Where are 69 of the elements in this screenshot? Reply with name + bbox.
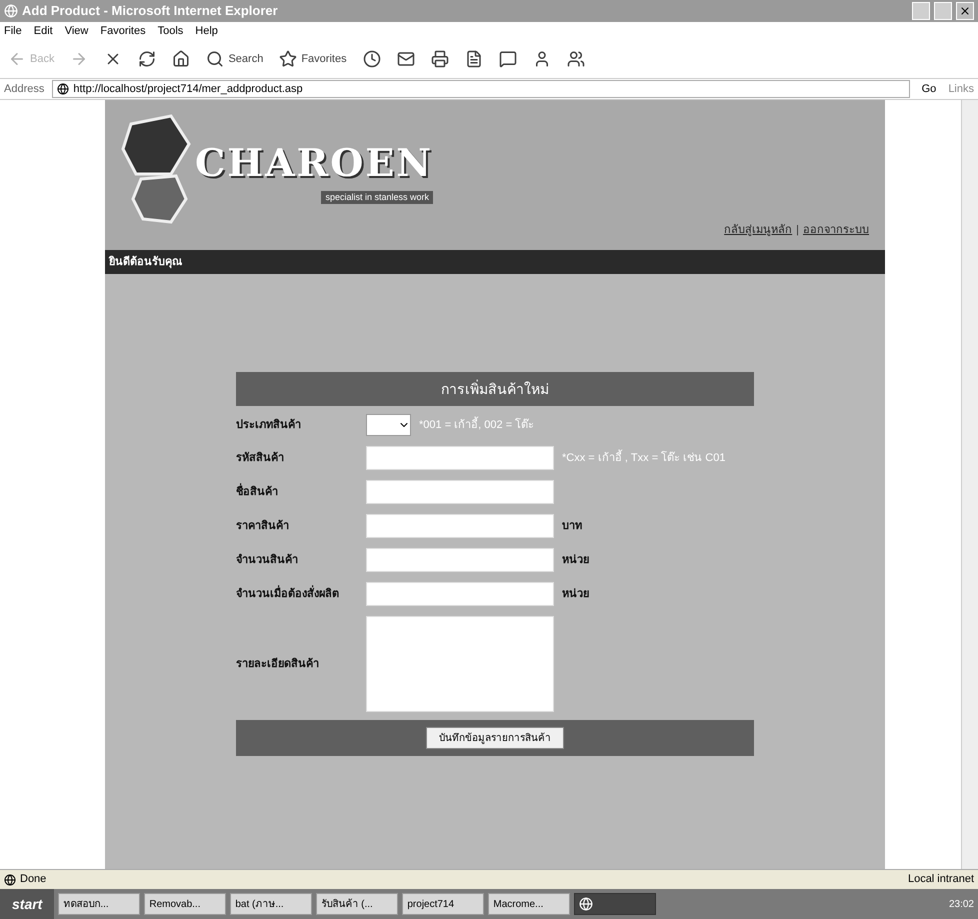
browser-icon (4, 4, 18, 18)
window-title: Add Product - Microsoft Internet Explorer (22, 2, 279, 20)
logo-tagline: specialist in stanless work (321, 190, 434, 204)
hint-text: *001 = เก้าอี้, 002 = โต๊ะ (419, 416, 534, 433)
field-label: จำนวนเมื่อต้องสั่งผลิต (236, 586, 366, 602)
text-field[interactable] (366, 514, 554, 538)
text-field[interactable] (366, 548, 554, 572)
text-field[interactable] (366, 582, 554, 606)
nav-link[interactable]: กลับสู่เมนูหลัก (724, 222, 792, 238)
taskbar-button[interactable]: ทดสอบก... (58, 893, 140, 915)
back-icon (8, 50, 26, 68)
save-button[interactable]: บันทึกข้อมูลรายการสินค้า (426, 727, 564, 749)
close-icon (959, 5, 971, 17)
hint-text: *Cxx = เก้าอี้ , Txx = โต๊ะ เช่น C01 (562, 450, 726, 466)
taskbar-button[interactable]: project714 (402, 893, 484, 915)
field-label: ชื่อสินค้า (236, 484, 366, 500)
globe-icon (57, 83, 70, 95)
link-separator: | (796, 222, 799, 238)
window-icon (579, 897, 594, 911)
clock: 23:02 (948, 898, 974, 912)
favorites-button[interactable]: Favorites (275, 50, 351, 68)
start-button[interactable]: start (0, 889, 54, 919)
menu-item[interactable]: Help (195, 22, 218, 40)
text-field[interactable] (366, 480, 554, 504)
field-label: ราคาสินค้า (236, 518, 290, 534)
taskbar-button[interactable]: bat (ภาษ... (230, 893, 312, 915)
print-icon (430, 50, 449, 68)
unit-label: หน่วย (562, 586, 589, 602)
favorites-icon (279, 50, 298, 68)
taskbar-button[interactable]: รับสินค้า (... (316, 893, 398, 915)
address-field[interactable]: http://localhost/project714/mer_addproduct.asp (52, 80, 910, 98)
taskbar-button[interactable]: Macrome... (488, 893, 570, 915)
search-icon (206, 50, 224, 68)
field-label: จำนวนสินค้า (236, 552, 299, 568)
welcome-text: ยินดีต้อนรับคุณ (109, 254, 182, 270)
home-icon (172, 50, 190, 68)
unit-label: บาท (562, 518, 582, 534)
nav-link[interactable]: ออกจากระบบ (803, 222, 869, 238)
field-label: ประเภทสินค้า (236, 418, 302, 433)
text-field[interactable] (366, 446, 554, 470)
taskbar-button[interactable] (574, 893, 656, 915)
status-text: Done (20, 872, 48, 888)
zone-text: Local intranet (908, 872, 974, 888)
unit-label: หน่วย (562, 552, 589, 568)
description-field[interactable] (366, 616, 554, 712)
menu-item[interactable]: Edit (34, 22, 53, 40)
close-button[interactable] (956, 2, 974, 20)
mail-icon (396, 50, 415, 68)
refresh-icon (138, 50, 156, 68)
menu-item[interactable]: Favorites (100, 22, 146, 40)
discuss-icon (498, 50, 517, 68)
hexagon-logo-icon (121, 114, 191, 224)
links-label[interactable]: Links (948, 80, 974, 98)
taskbar-button[interactable]: Removab... (144, 893, 226, 915)
page-icon (4, 874, 16, 886)
type-select[interactable] (366, 414, 411, 436)
menu-item[interactable]: Tools (158, 22, 184, 40)
menu-item[interactable]: View (64, 22, 88, 40)
field-label: รายละเอียดสินค้า (236, 656, 320, 672)
people-icon (566, 50, 585, 68)
address-label: Address (4, 82, 44, 97)
field-label: รหัสสินค้า (236, 450, 285, 466)
edit-icon (464, 50, 483, 68)
form-title: การเพิ่มสินค้าใหม่ (441, 378, 549, 398)
go-button[interactable]: Go (918, 80, 940, 98)
menu-item[interactable]: File (4, 22, 22, 40)
logo-text: CHAROEN (195, 138, 434, 187)
history-icon (362, 50, 381, 68)
search-button[interactable]: Search (202, 50, 268, 68)
